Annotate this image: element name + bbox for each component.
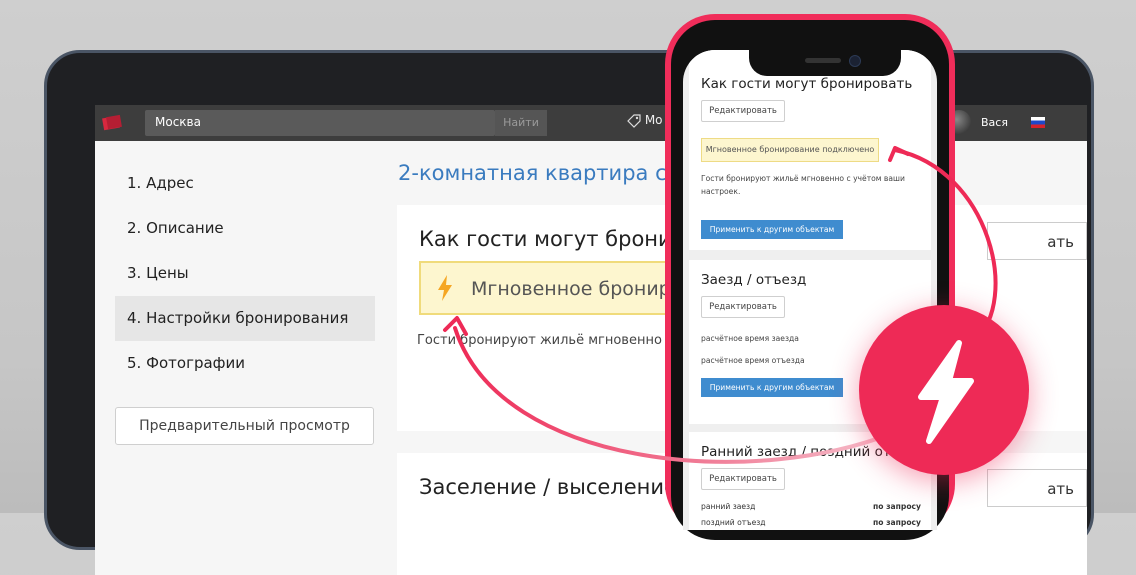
- phone-camera: [849, 55, 861, 67]
- phone-checkin-edit-button[interactable]: Редактировать: [701, 296, 785, 318]
- settings-sidebar: 1. Адрес 2. Описание 3. Цены 4. Настройк…: [115, 161, 375, 386]
- phone-speaker: [805, 58, 841, 63]
- sidebar-item-description[interactable]: 2. Описание: [115, 206, 375, 251]
- nav-item-label: Мо: [644, 113, 663, 127]
- edit-booking-button[interactable]: ать: [987, 222, 1087, 260]
- search-input[interactable]: Москва: [145, 110, 495, 136]
- phone-checkout-time: расчётное время отъезда: [701, 356, 805, 365]
- phone-booking-description-line: настроек.: [701, 187, 741, 196]
- instant-booking-badge: [859, 305, 1029, 475]
- flag-icon[interactable]: [1031, 117, 1045, 128]
- phone-checkin-apply-button[interactable]: Применить к другим объектам: [701, 378, 843, 397]
- nav-item-tag[interactable]: Мо: [627, 113, 663, 128]
- phone-booking-description: Гости бронируют жильё мгновенно с учётом…: [701, 172, 905, 198]
- sidebar-item-address[interactable]: 1. Адрес: [115, 161, 375, 206]
- phone-late-checkout-label: поздний отъезд: [701, 518, 766, 527]
- booking-method-title: Как гости могут бронир: [419, 227, 686, 251]
- instant-booking-label: Мгновенное бронир: [471, 278, 671, 300]
- phone-early-late-edit-button[interactable]: Редактировать: [701, 468, 785, 490]
- listing-title: 2-комнатная квартира с в: [398, 161, 686, 185]
- logo-icon[interactable]: [101, 113, 123, 133]
- phone-notch: [749, 50, 901, 76]
- phone-booking-description-line: Гости бронируют жильё мгновенно с учётом…: [701, 174, 905, 183]
- phone-late-checkout-value: по запросу: [873, 518, 921, 527]
- phone-checkin-time: расчётное время заезда: [701, 334, 799, 343]
- search-input-value: Москва: [155, 115, 201, 129]
- tag-icon: [627, 113, 641, 128]
- phone-booking-title: Как гости могут бронировать: [701, 76, 913, 92]
- search-button[interactable]: Найти: [495, 110, 547, 136]
- phone-booking-edit-button[interactable]: Редактировать: [701, 100, 785, 122]
- phone-checkin-title: Заезд / отъезд: [701, 272, 807, 288]
- phone-booking-apply-button[interactable]: Применить к другим объектам: [701, 220, 843, 239]
- phone-early-checkin-label: ранний заезд: [701, 502, 756, 511]
- booking-method-description: Гости бронируют жильё мгновенно с: [417, 333, 674, 348]
- checkin-checkout-title: Заселение / выселение: [419, 475, 677, 499]
- sidebar-item-prices[interactable]: 3. Цены: [115, 251, 375, 296]
- phone-booking-card: Как гости могут бронировать Редактироват…: [689, 50, 931, 250]
- preview-button[interactable]: Предварительный просмотр: [115, 407, 374, 445]
- phone-early-checkin-value: по запросу: [873, 502, 921, 511]
- user-name: Вася: [981, 116, 1008, 129]
- lightning-icon: [438, 275, 452, 301]
- phone-instant-booking-note: Мгновенное бронирование подключено: [701, 138, 879, 162]
- phone-early-checkin-row: ранний заезд по запросу: [701, 502, 921, 511]
- phone-late-checkout-row: поздний отъезд по запросу: [701, 518, 921, 527]
- lightning-icon: [918, 340, 974, 444]
- sidebar-item-photos[interactable]: 5. Фотографии: [115, 341, 375, 386]
- sidebar-item-booking-settings[interactable]: 4. Настройки бронирования: [115, 296, 375, 341]
